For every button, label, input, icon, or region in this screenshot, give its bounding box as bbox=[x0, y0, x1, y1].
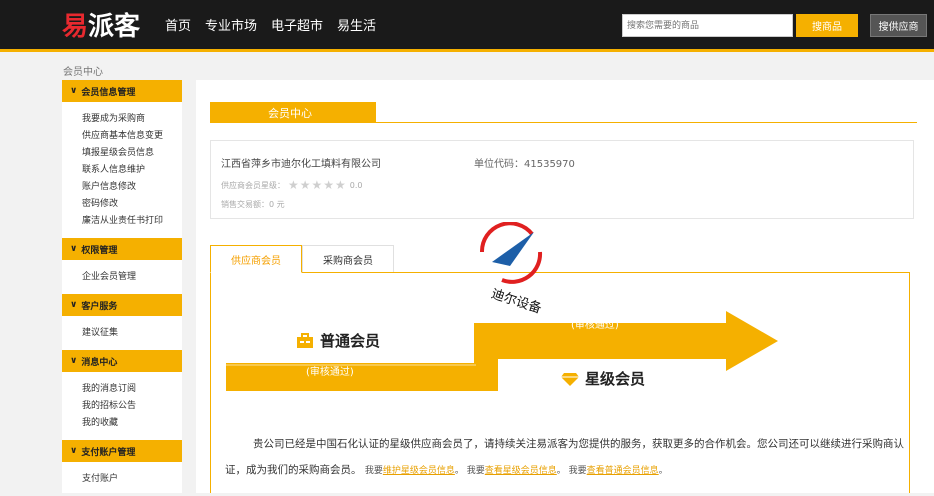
breadcrumb: 会员中心 bbox=[63, 67, 103, 78]
sidebar-item[interactable]: 账户信息修改 bbox=[82, 179, 182, 196]
section-title: 会员中心 bbox=[210, 102, 376, 123]
rating-row: 供应商会员星级： ★★★★★ 0.0 bbox=[221, 178, 363, 192]
nav-home[interactable]: 首页 bbox=[165, 15, 191, 34]
top-bar: 易 派客 首页 专业市场 电子超市 易生活 搜商品 搜供应商 bbox=[0, 0, 934, 52]
tab-purchaser-member[interactable]: 采购商会员 bbox=[302, 245, 394, 273]
tab-supplier-member[interactable]: 供应商会员 bbox=[210, 245, 302, 273]
sidebar-item[interactable]: 我要成为采购商 bbox=[82, 111, 182, 128]
nav-electronic-supermarket[interactable]: 电子超市 bbox=[271, 15, 323, 34]
search-input[interactable] bbox=[622, 14, 793, 37]
unit-code: 单位代码：41535970 bbox=[474, 159, 575, 170]
sidebar-group-title[interactable]: ∨ 客户服务 bbox=[62, 294, 182, 316]
main-nav: 首页 专业市场 电子超市 易生活 bbox=[165, 15, 376, 34]
sidebar-group-title[interactable]: ∨ 权限管理 bbox=[62, 238, 182, 260]
sidebar-item[interactable]: 支付账户 bbox=[82, 471, 182, 488]
sidebar-group-title[interactable]: ∨ 支付账户管理 bbox=[62, 440, 182, 462]
briefcase-icon bbox=[297, 332, 313, 348]
sidebar-group-title[interactable]: ∨ 会员信息管理 bbox=[62, 80, 182, 102]
member-tabs: 供应商会员 采购商会员 bbox=[210, 245, 394, 273]
logo-text: 派客 bbox=[88, 11, 141, 42]
chevron-down-icon: ∨ bbox=[70, 446, 78, 456]
company-name: 江西省萍乡市迪尔化工填料有限公司 bbox=[221, 159, 381, 170]
diamond-icon bbox=[561, 372, 579, 386]
sidebar-group-messages: ∨ 消息中心 我的消息订阅 我的招标公告 我的收藏 bbox=[62, 350, 182, 440]
rating-label: 供应商会员星级： bbox=[221, 180, 285, 190]
search-suppliers-button[interactable]: 搜供应商 bbox=[870, 14, 927, 37]
sidebar-item[interactable]: 密码修改 bbox=[82, 196, 182, 213]
audit-status-lower: (审核通过) bbox=[306, 367, 354, 378]
link-view-normal-info[interactable]: 查看普通会员信息 bbox=[587, 466, 659, 476]
title-divider bbox=[210, 122, 917, 123]
sidebar-item[interactable]: 建议征集 bbox=[82, 325, 182, 342]
sidebar-item[interactable]: 联系人信息维护 bbox=[82, 162, 182, 179]
sidebar-item[interactable]: 我的收藏 bbox=[82, 415, 182, 432]
link-view-star-info[interactable]: 查看星级会员信息 bbox=[485, 466, 557, 476]
site-logo[interactable]: 易 派客 bbox=[62, 8, 141, 42]
sidebar-group-member-info: ∨ 会员信息管理 我要成为采购商 供应商基本信息变更 填报星级会员信息 联系人信… bbox=[62, 80, 182, 238]
sidebar-group-permissions: ∨ 权限管理 企业会员管理 bbox=[62, 238, 182, 294]
search-products-button[interactable]: 搜商品 bbox=[796, 14, 858, 37]
star-rating-icon: ★★★★★ bbox=[288, 178, 347, 192]
chevron-down-icon: ∨ bbox=[70, 244, 78, 254]
main-panel: 会员中心 江西省萍乡市迪尔化工填料有限公司 单位代码：41535970 供应商会… bbox=[196, 80, 934, 493]
star-member-label: 星级会员 bbox=[561, 368, 645, 389]
status-message: 贵公司已经是中国石化认证的星级供应商会员了，请持续关注易派客为您提供的服务，获取… bbox=[225, 438, 904, 476]
logo-mark: 易 bbox=[62, 11, 89, 42]
chevron-down-icon: ∨ bbox=[70, 300, 78, 310]
chevron-down-icon: ∨ bbox=[70, 86, 78, 96]
sidebar: ∨ 会员信息管理 我要成为采购商 供应商基本信息变更 填报星级会员信息 联系人信… bbox=[62, 80, 182, 493]
link-maintain-star-info[interactable]: 维护星级会员信息 bbox=[383, 466, 455, 476]
rating-value: 0.0 bbox=[349, 180, 363, 190]
sidebar-item[interactable]: 廉洁从业责任书打印 bbox=[82, 213, 182, 230]
sidebar-item[interactable]: 填报星级会员信息 bbox=[82, 145, 182, 162]
audit-status-upper: (审核通过) bbox=[571, 320, 619, 331]
nav-professional-market[interactable]: 专业市场 bbox=[205, 15, 257, 34]
company-info-box: 江西省萍乡市迪尔化工填料有限公司 单位代码：41535970 供应商会员星级： … bbox=[210, 140, 914, 219]
sidebar-item[interactable]: 我的消息订阅 bbox=[82, 381, 182, 398]
chevron-down-icon: ∨ bbox=[70, 356, 78, 366]
watermark-text: 迪尔设备 bbox=[489, 286, 543, 317]
normal-member-label: 普通会员 bbox=[296, 330, 380, 351]
lower-step-bar bbox=[226, 363, 488, 391]
step-riser bbox=[474, 323, 498, 391]
sidebar-item[interactable]: 企业会员管理 bbox=[82, 269, 182, 286]
watermark-logo: 迪尔设备 bbox=[479, 222, 544, 317]
sidebar-group-title[interactable]: ∨ 消息中心 bbox=[62, 350, 182, 372]
sidebar-group-payment: ∨ 支付账户管理 支付账户 bbox=[62, 440, 182, 496]
sales-amount: 销售交易额：0 元 bbox=[221, 200, 285, 209]
sidebar-item[interactable]: 我的招标公告 bbox=[82, 398, 182, 415]
sidebar-group-customer-service: ∨ 客户服务 建议征集 bbox=[62, 294, 182, 350]
nav-easy-life[interactable]: 易生活 bbox=[337, 15, 376, 34]
sidebar-item[interactable]: 供应商基本信息变更 bbox=[82, 128, 182, 145]
